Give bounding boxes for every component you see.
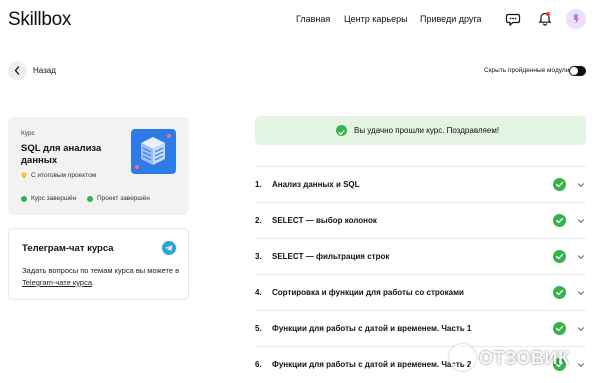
module-title: Анализ данных и SQL (272, 180, 360, 189)
back-label[interactable]: Назад (33, 66, 56, 75)
back-button[interactable] (8, 61, 27, 80)
telegram-card-text: Задать вопросы по темам курса вы можете … (22, 265, 182, 289)
location-pin-icon (21, 172, 27, 179)
module-number: 1. (255, 180, 262, 189)
module-number: 3. (255, 252, 262, 261)
success-message: Вы удачно прошли курс. Поздравляем! (354, 126, 500, 135)
module-title: SELECT — фильтрация строк (272, 252, 390, 261)
module-number: 4. (255, 288, 262, 297)
course-title: SQL для анализа данных (21, 143, 102, 166)
course-card: Курс SQL для анализа данных С итоговым п… (8, 117, 189, 215)
top-navigation: Skillbox Главная Центр карьеры Приведи д… (0, 0, 600, 40)
completed-check-icon (553, 178, 566, 191)
nav-link-invite-friend[interactable]: Приведи друга (420, 14, 482, 24)
course-subtitle: С итоговым проектом (31, 172, 97, 179)
chevron-down-icon[interactable] (577, 289, 585, 297)
chevron-left-icon (14, 66, 20, 75)
chevron-down-icon[interactable] (577, 325, 585, 333)
module-number: 5. (255, 324, 262, 333)
skillbox-logo[interactable]: Skillbox (8, 9, 71, 31)
module-number: 6. (255, 360, 262, 369)
module-title: Функции для работы с датой и временем. Ч… (272, 324, 472, 333)
hide-completed-label: Скрыть пройденные модули (484, 67, 570, 74)
status-dot-course (21, 196, 27, 202)
avatar[interactable] (566, 9, 586, 29)
success-banner: Вы удачно прошли курс. Поздравляем! (255, 116, 586, 145)
status-dot-project (87, 196, 93, 202)
course-thumbnail-image (131, 129, 176, 174)
module-item[interactable]: 2. SELECT — выбор колонок (255, 202, 586, 238)
telegram-text-before: Задать вопросы по темам курса вы можете … (22, 266, 180, 275)
module-title: SELECT — выбор колонок (272, 216, 377, 225)
telegram-icon[interactable] (162, 241, 176, 255)
bell-icon[interactable] (537, 11, 553, 27)
module-item[interactable]: 1. Анализ данных и SQL (255, 166, 586, 202)
module-item[interactable]: 4. Сортировка и функции для работы со ст… (255, 274, 586, 310)
hide-completed-toggle[interactable] (569, 66, 586, 76)
completed-check-icon (553, 286, 566, 299)
module-number: 2. (255, 216, 262, 225)
toggle-knob (570, 67, 578, 75)
telegram-text-after: . (92, 278, 95, 287)
completed-check-icon (553, 250, 566, 263)
chevron-down-icon[interactable] (577, 217, 585, 225)
course-kicker: Курс (21, 130, 35, 137)
course-completed-status: Курс завершён (31, 195, 77, 202)
nav-link-career-center[interactable]: Центр карьеры (344, 14, 408, 24)
module-title: Функции для работы с датой и временем. Ч… (272, 360, 472, 369)
project-completed-status: Проект завершён (97, 195, 150, 202)
chevron-down-icon[interactable] (577, 253, 585, 261)
chevron-down-icon[interactable] (577, 181, 585, 189)
completed-check-icon (553, 322, 566, 335)
completed-check-icon (553, 214, 566, 227)
otzovik-watermark: ОТЗОВИК (449, 340, 595, 376)
module-item[interactable]: 3. SELECT — фильтрация строк (255, 238, 586, 274)
telegram-chat-link[interactable]: Telegram-чате курса (22, 278, 92, 287)
telegram-chat-card: Телеграм-чат курса Задать вопросы по тем… (8, 228, 189, 300)
check-circle-icon (336, 125, 347, 136)
module-title: Сортировка и функции для работы со строк… (272, 288, 464, 297)
nav-link-home[interactable]: Главная (296, 14, 330, 24)
notification-dot (546, 12, 550, 16)
chat-icon[interactable] (505, 11, 521, 27)
watermark-logo-icon (449, 344, 476, 371)
watermark-text: ОТЗОВИК (479, 348, 570, 368)
telegram-card-title: Телеграм-чат курса (22, 243, 114, 254)
